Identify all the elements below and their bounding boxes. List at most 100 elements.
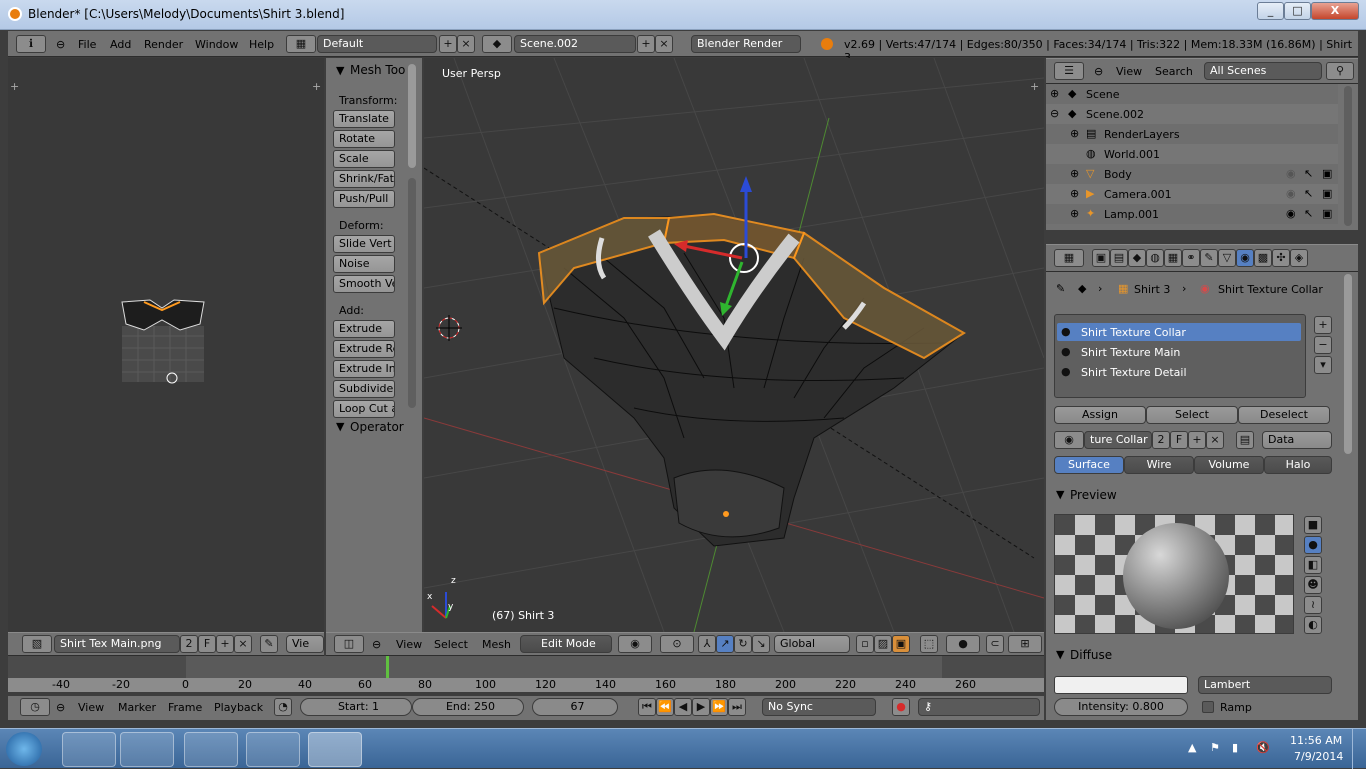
edge-select-mode[interactable]: ▨: [874, 635, 892, 653]
keying-set-field[interactable]: ⚷: [918, 698, 1040, 716]
material-slot-item[interactable]: ● Shirt Texture Main: [1057, 343, 1301, 361]
object-tab-icon[interactable]: ▦: [1164, 249, 1182, 267]
clock-time[interactable]: 11:56 AM: [1290, 734, 1342, 747]
outliner-item-label[interactable]: Lamp.001: [1104, 208, 1159, 221]
menu-playback[interactable]: Playback: [214, 701, 263, 714]
diffuse-header[interactable]: Diffuse: [1070, 648, 1112, 662]
eye-icon[interactable]: ◉: [1286, 167, 1296, 180]
menu-help[interactable]: Help: [249, 38, 274, 51]
orientation-select[interactable]: Global: [774, 635, 850, 653]
loop-cut-button[interactable]: Loop Cut a: [333, 400, 395, 418]
show-hidden-icons[interactable]: ▲: [1188, 741, 1196, 754]
render-engine-select[interactable]: Blender Render: [691, 35, 801, 53]
outliner-row[interactable]: ⊖ ◆ Scene.002: [1046, 104, 1338, 124]
deselect-button[interactable]: Deselect: [1238, 406, 1330, 424]
push-pull-button[interactable]: Push/Pull: [333, 190, 395, 208]
maximize-button[interactable]: □: [1284, 2, 1311, 20]
particles-tab-icon[interactable]: ✣: [1272, 249, 1290, 267]
outliner-row[interactable]: ⊕ ◆ Scene: [1046, 84, 1338, 104]
play-button[interactable]: ▶: [692, 698, 710, 716]
outliner-row[interactable]: ⊕ ▶ Camera.001 ◉ ↖ ▣: [1046, 184, 1338, 204]
fake-user-toggle[interactable]: F: [198, 635, 216, 653]
texture-tab-icon[interactable]: ▩: [1254, 249, 1272, 267]
editor-type-icon[interactable]: ▧: [22, 635, 52, 653]
new-material-button[interactable]: +: [1188, 431, 1206, 449]
scene-icon[interactable]: ◆: [482, 35, 512, 53]
snap-toggle[interactable]: ⊂: [986, 635, 1004, 653]
image-name-field[interactable]: Shirt Tex Main.png: [54, 635, 180, 653]
snap-element-select[interactable]: ⊞: [1008, 635, 1042, 653]
unlink-material-button[interactable]: ×: [1206, 431, 1224, 449]
unlink-image-button[interactable]: ×: [234, 635, 252, 653]
outliner-item-label[interactable]: Scene.002: [1086, 108, 1144, 121]
add-material-slot-button[interactable]: +: [1314, 316, 1332, 334]
editor-type-icon[interactable]: ▦: [1054, 249, 1084, 267]
rotate-manipulator[interactable]: ↻: [734, 635, 752, 653]
breadcrumb-object[interactable]: Shirt 3: [1134, 283, 1170, 296]
outliner-row[interactable]: ⊕ ▽ Body ◉ ↖ ▣: [1046, 164, 1338, 184]
mesh-tools-header[interactable]: Mesh Too: [350, 63, 405, 77]
tab-surface[interactable]: Surface: [1054, 456, 1124, 474]
manipulator-toggle[interactable]: ⅄: [698, 635, 716, 653]
editor-type-icon[interactable]: ☰: [1054, 62, 1084, 80]
extrude-region-button[interactable]: Extrude Re: [333, 340, 395, 358]
current-frame-indicator[interactable]: [386, 656, 389, 678]
shading-select[interactable]: ◉: [618, 635, 652, 653]
start-frame-field[interactable]: Start: 1: [300, 698, 412, 716]
collapse-icon[interactable]: ⊖: [56, 701, 65, 714]
noise-button[interactable]: Noise: [333, 255, 395, 273]
outliner-item-label[interactable]: Scene: [1086, 88, 1120, 101]
breadcrumb-material[interactable]: Shirt Texture Collar: [1218, 283, 1323, 296]
menu-view[interactable]: View: [1116, 65, 1142, 78]
extrude-individual-button[interactable]: Extrude Ind: [333, 360, 395, 378]
link-data-select[interactable]: Data: [1262, 431, 1332, 449]
editor-type-icon[interactable]: ◷: [20, 698, 50, 716]
record-button[interactable]: ●: [892, 698, 910, 716]
diffuse-color-swatch[interactable]: [1054, 676, 1188, 694]
tab-wire[interactable]: Wire: [1124, 456, 1194, 474]
shrink-fatten-button[interactable]: Shrink/Fatt: [333, 170, 395, 188]
expand-icon[interactable]: ⊕: [1070, 127, 1079, 140]
menu-marker[interactable]: Marker: [118, 701, 156, 714]
assign-button[interactable]: Assign: [1054, 406, 1146, 424]
data-tab-icon[interactable]: ▽: [1218, 249, 1236, 267]
select-button[interactable]: Select: [1146, 406, 1238, 424]
uv-image-editor[interactable]: + +: [8, 58, 324, 632]
info-editor-type-icon[interactable]: ℹ: [16, 35, 46, 53]
preview-collapse-icon[interactable]: ▼: [1056, 488, 1064, 501]
fake-user-toggle[interactable]: F: [1170, 431, 1188, 449]
remove-material-slot-button[interactable]: −: [1314, 336, 1332, 354]
eye-icon[interactable]: ◉: [1286, 187, 1296, 200]
add-layout-button[interactable]: +: [439, 35, 457, 53]
preview-cube-icon[interactable]: ◧: [1304, 556, 1322, 574]
cursor-icon[interactable]: ↖: [1304, 207, 1313, 220]
timeline-ruler[interactable]: -40 -20 0 20 40 60 80 100 120 140 160 18…: [8, 678, 1044, 692]
expand-icon[interactable]: ⊕: [1070, 187, 1079, 200]
collapse-icon[interactable]: ⊖: [1094, 65, 1103, 78]
extrude-button[interactable]: Extrude: [333, 320, 395, 338]
operator-collapse-icon[interactable]: ▼: [336, 420, 344, 433]
preview-header[interactable]: Preview: [1070, 488, 1117, 502]
collapse-icon[interactable]: ⊖: [372, 638, 381, 651]
scale-manipulator[interactable]: ↘: [752, 635, 770, 653]
preview-flat-icon[interactable]: ■: [1304, 516, 1322, 534]
display-mode-select[interactable]: All Scenes: [1204, 62, 1322, 80]
prev-keyframe-button[interactable]: ⏪: [656, 698, 674, 716]
rotate-button[interactable]: Rotate: [333, 130, 395, 148]
outliner-scrollbar[interactable]: [1344, 86, 1352, 226]
smooth-vertex-button[interactable]: Smooth Ve: [333, 275, 395, 293]
timeline-track[interactable]: [8, 656, 1044, 678]
action-center-icon[interactable]: ⚑: [1210, 741, 1220, 754]
editor-type-icon[interactable]: ◫: [334, 635, 364, 653]
corner-plus-icon[interactable]: +: [10, 80, 19, 93]
start-button[interactable]: [6, 732, 42, 766]
show-desktop-button[interactable]: [1352, 729, 1366, 769]
new-image-button[interactable]: +: [216, 635, 234, 653]
scene-tab-icon[interactable]: ◆: [1128, 249, 1146, 267]
3d-viewport[interactable]: User Persp (67) Shirt 3 z x y +: [424, 58, 1044, 632]
render-icon[interactable]: ▣: [1322, 167, 1332, 180]
material-specials-button[interactable]: ▾: [1314, 356, 1332, 374]
tab-volume[interactable]: Volume: [1194, 456, 1264, 474]
constraints-tab-icon[interactable]: ⚭: [1182, 249, 1200, 267]
render-tab-icon[interactable]: ▣: [1092, 249, 1110, 267]
